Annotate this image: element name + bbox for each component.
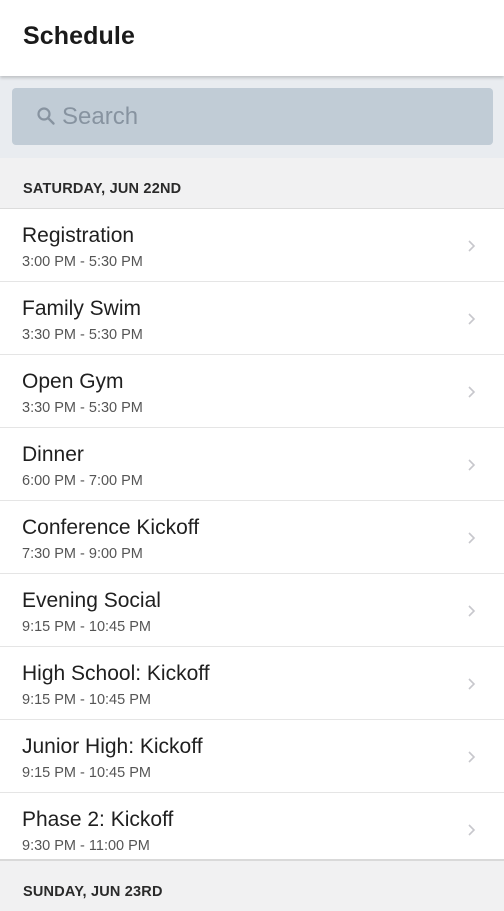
list-item[interactable]: Open Gym 3:30 PM - 5:30 PM xyxy=(0,355,504,428)
list-item[interactable]: Conference Kickoff 7:30 PM - 9:00 PM xyxy=(0,501,504,574)
chevron-right-icon xyxy=(468,678,476,690)
event-time: 9:15 PM - 10:45 PM xyxy=(22,692,151,708)
event-time: 3:30 PM - 5:30 PM xyxy=(22,327,143,343)
list-item[interactable]: Evening Social 9:15 PM - 10:45 PM xyxy=(0,574,504,647)
section-header-saturday: SATURDAY, JUN 22ND xyxy=(0,158,504,209)
event-time: 6:00 PM - 7:00 PM xyxy=(22,473,143,489)
chevron-right-icon xyxy=(468,459,476,471)
search-icon xyxy=(37,107,55,125)
schedule-list: Registration 3:00 PM - 5:30 PM Family Sw… xyxy=(0,209,504,866)
chevron-right-icon xyxy=(468,313,476,325)
app-bar: Schedule xyxy=(0,0,504,76)
search-input[interactable] xyxy=(62,88,482,145)
event-title: Registration xyxy=(22,224,135,247)
event-time: 9:15 PM - 10:45 PM xyxy=(22,765,151,781)
event-title: Conference Kickoff xyxy=(22,516,200,539)
list-item[interactable]: Registration 3:00 PM - 5:30 PM xyxy=(0,209,504,282)
chevron-right-icon xyxy=(468,240,476,252)
section-header-sunday: SUNDAY, JUN 23RD xyxy=(0,861,504,911)
event-title: Family Swim xyxy=(22,297,141,320)
event-title: Phase 2: Kickoff xyxy=(22,808,174,831)
chevron-right-icon xyxy=(468,751,476,763)
list-item[interactable]: Family Swim 3:30 PM - 5:30 PM xyxy=(0,282,504,355)
event-time: 9:30 PM - 11:00 PM xyxy=(22,838,150,854)
event-time: 3:30 PM - 5:30 PM xyxy=(22,400,143,416)
event-title: Junior High: Kickoff xyxy=(22,735,203,758)
chevron-right-icon xyxy=(468,386,476,398)
event-title: Evening Social xyxy=(22,589,161,612)
search-bar-container xyxy=(0,76,504,158)
section-header-label: SUNDAY, JUN 23RD xyxy=(23,884,163,900)
section-header-label: SATURDAY, JUN 22ND xyxy=(23,181,182,197)
chevron-right-icon xyxy=(468,824,476,836)
search-field[interactable] xyxy=(12,88,493,145)
chevron-right-icon xyxy=(468,532,476,544)
list-item[interactable]: High School: Kickoff 9:15 PM - 10:45 PM xyxy=(0,647,504,720)
list-item[interactable]: Junior High: Kickoff 9:15 PM - 10:45 PM xyxy=(0,720,504,793)
event-time: 7:30 PM - 9:00 PM xyxy=(22,546,143,562)
event-time: 3:00 PM - 5:30 PM xyxy=(22,254,143,270)
list-item[interactable]: Dinner 6:00 PM - 7:00 PM xyxy=(0,428,504,501)
chevron-right-icon xyxy=(468,605,476,617)
event-title: High School: Kickoff xyxy=(22,662,210,685)
list-item[interactable]: Phase 2: Kickoff 9:30 PM - 11:00 PM xyxy=(0,793,504,866)
event-title: Dinner xyxy=(22,443,84,466)
page-title: Schedule xyxy=(23,22,135,50)
event-time: 9:15 PM - 10:45 PM xyxy=(22,619,151,635)
event-title: Open Gym xyxy=(22,370,124,393)
